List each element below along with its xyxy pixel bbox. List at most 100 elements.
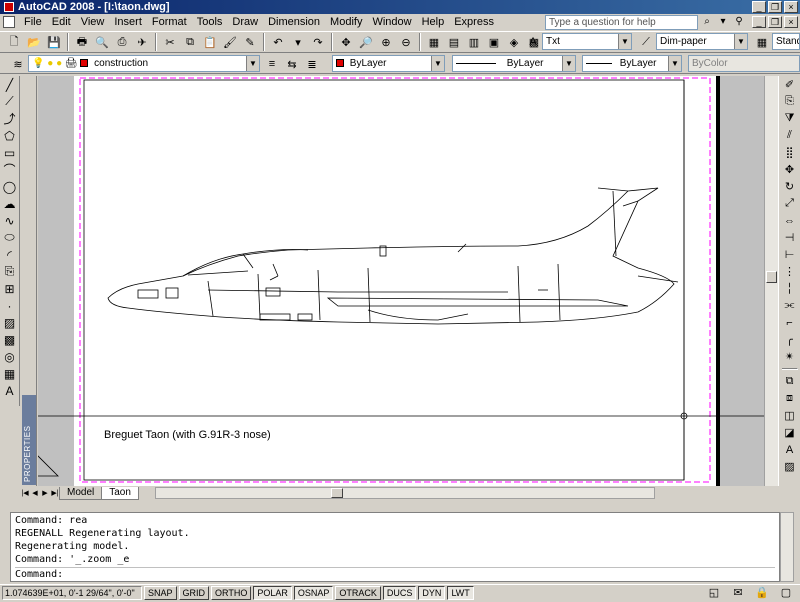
menu-edit[interactable]: Edit [47,14,76,30]
explode-icon[interactable]: ✴ [781,348,799,365]
command-scrollbar[interactable] [780,512,794,582]
polygon-icon[interactable]: ⬠ [2,127,18,144]
horizontal-scrollbar[interactable] [155,487,655,499]
layer-previous-icon[interactable]: ⇆ [283,55,301,73]
communication-center-icon[interactable]: ✉ [729,584,747,602]
menu-insert[interactable]: Insert [109,14,147,30]
tab-taon[interactable]: Taon [101,487,139,500]
zoom-window-icon[interactable]: ⊕ [377,33,395,51]
sheet-set-icon[interactable]: ▣ [485,33,503,51]
prev-tab-icon[interactable]: ◀ [30,488,40,500]
rotate-icon[interactable]: ↻ [781,178,799,195]
make-current-layer-icon[interactable]: ≡ [263,55,281,73]
design-center-icon[interactable]: ▤ [445,33,463,51]
dyn-toggle[interactable]: DYN [418,585,446,600]
hatch-icon[interactable]: ▨ [2,314,18,331]
command-input[interactable]: Command: [15,568,775,581]
linetype-select[interactable]: ByLayer ▼ [452,55,576,72]
table-style-select[interactable]: Standa [772,33,800,50]
publish-icon[interactable]: ⎙ [113,33,131,51]
save-icon[interactable]: 💾 [45,33,63,51]
menu-help[interactable]: Help [417,14,450,30]
ducs-toggle[interactable]: DUCS [382,585,417,600]
ellipse-icon[interactable]: ⬭ [2,229,18,246]
markup-icon[interactable]: ◈ [505,33,523,51]
osnap-toggle[interactable]: OSNAP [293,585,334,600]
join-icon[interactable]: ⫘ [781,297,799,314]
chevron-down-icon[interactable]: ▼ [734,34,747,49]
mirror-icon[interactable]: ⧩ [781,110,799,127]
polyline-icon[interactable]: ⤴ [2,110,18,127]
doc-close-icon[interactable]: × [784,16,798,28]
array-icon[interactable]: ⣿ [781,144,799,161]
toolbar-lock-icon[interactable]: 🔒 [753,584,771,602]
snap-toggle[interactable]: SNAP [144,585,177,600]
menu-modify[interactable]: Modify [325,14,367,30]
break-icon[interactable]: ╎ [781,280,799,297]
fillet-icon[interactable]: ╭ [781,331,799,348]
undo-dropdown-icon[interactable]: ▾ [289,33,307,51]
hatch-back-icon[interactable]: ▨ [781,458,799,475]
region-icon[interactable]: ◎ [2,348,18,365]
rectangle-icon[interactable]: ▭ [2,144,18,161]
block-editor-icon[interactable]: ✎ [241,33,259,51]
trim-icon[interactable]: ⊣ [781,229,799,246]
copy-icon[interactable]: ⧉ [181,33,199,51]
menu-format[interactable]: Format [147,14,192,30]
ortho-toggle[interactable]: ORTHO [211,585,252,600]
insert-block-icon[interactable]: ⎘ [2,263,18,280]
open-icon[interactable]: 📂 [25,33,43,51]
next-tab-icon[interactable]: ▶ [40,488,50,500]
help-search-input[interactable]: Type a question for help [545,15,698,30]
tab-model[interactable]: Model [59,487,103,500]
doc-minimize-icon[interactable]: _ [752,16,766,28]
paste-icon[interactable]: 📋 [201,33,219,51]
layer-states-icon[interactable]: ≣ [303,55,321,73]
circle-icon[interactable]: ◯ [2,178,18,195]
layer-select[interactable]: 💡 ● ● 🖨 construction ▼ [28,55,260,72]
cut-icon[interactable]: ✂ [161,33,179,51]
multiline-text-icon[interactable]: A [2,382,18,399]
menu-dimension[interactable]: Dimension [263,14,325,30]
clean-screen-icon[interactable]: ▢ [777,584,795,602]
draw-order-front-icon[interactable]: ⧉ [781,373,799,390]
menu-express[interactable]: Express [449,14,499,30]
etransmit-icon[interactable]: ✈ [133,33,151,51]
polar-toggle[interactable]: POLAR [253,585,292,600]
vertical-scrollbar[interactable] [764,76,778,486]
otrack-toggle[interactable]: OTRACK [335,585,381,600]
table-icon[interactable]: ▦ [2,365,18,382]
horizontal-scroll-thumb[interactable] [331,488,343,498]
search-icon[interactable]: ⌕ [700,15,714,29]
extend-icon[interactable]: ⊢ [781,246,799,263]
pin-icon[interactable]: ⚲ [732,15,746,29]
layer-manager-icon[interactable]: ≋ [9,55,27,73]
text-style-select[interactable]: Txt ▼ [542,33,632,50]
ellipse-arc-icon[interactable]: ◜ [2,246,18,263]
paper-model-icon[interactable]: ◱ [705,584,723,602]
lwt-toggle[interactable]: LWT [447,585,474,600]
vertical-scroll-thumb[interactable] [766,271,777,283]
close-icon[interactable]: × [784,1,798,13]
draw-order-back-icon[interactable]: ⧈ [781,390,799,407]
erase-icon[interactable]: ✐ [781,76,799,93]
pan-icon[interactable]: ✥ [337,33,355,51]
stretch-icon[interactable]: ⇔ [781,212,799,229]
command-window[interactable]: Command: rea REGENALL Regenerating layou… [10,512,780,582]
drawing-area[interactable]: Breguet Taon (with G.91R-3 nose) [38,76,778,486]
color-select[interactable]: ByLayer ▼ [332,55,445,72]
construction-line-icon[interactable]: ⟋ [2,93,18,110]
chamfer-icon[interactable]: ⌐ [781,314,799,331]
first-tab-icon[interactable]: |◀ [20,488,30,500]
menu-file[interactable]: File [19,14,47,30]
point-icon[interactable]: · [2,297,18,314]
doc-restore-icon[interactable]: ❐ [768,16,782,28]
drawing-canvas[interactable]: Breguet Taon (with G.91R-3 nose) [38,76,778,486]
dim-style-select[interactable]: Dim-paper ▼ [656,33,748,50]
arc-icon[interactable]: ⌒ [2,161,18,178]
tool-palettes-icon[interactable]: ▥ [465,33,483,51]
revision-cloud-icon[interactable]: ☁ [2,195,18,212]
document-icon[interactable] [3,16,15,28]
coordinate-display[interactable]: 1.074639E+01, 0'-1 29/64", 0'-0" [2,585,142,600]
menu-draw[interactable]: Draw [227,14,263,30]
